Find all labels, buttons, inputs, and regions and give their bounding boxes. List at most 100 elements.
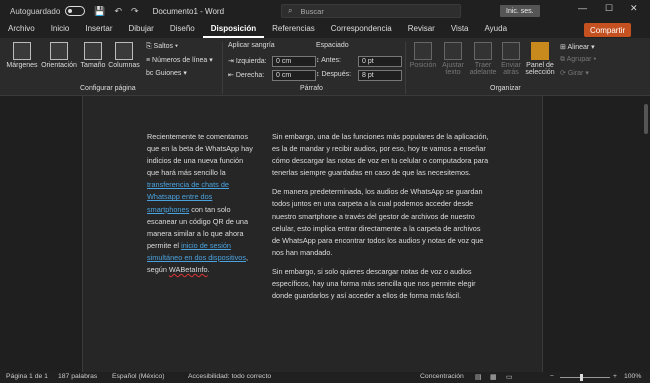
spacing-after-input[interactable]: 8 pt: [358, 70, 402, 81]
search-box[interactable]: ⌕ Buscar: [281, 4, 461, 18]
position-button[interactable]: Posición: [408, 42, 438, 69]
document-column-left[interactable]: Recientemente te comentamos que en la be…: [147, 131, 255, 276]
margins-button[interactable]: Márgenes: [6, 42, 38, 69]
selection-pane-button[interactable]: Panel de selección: [524, 42, 556, 76]
tab-referencias[interactable]: Referencias: [264, 22, 323, 38]
word-count[interactable]: 187 palabras: [58, 373, 97, 380]
breaks-label: Saltos: [153, 43, 174, 50]
selection-pane-icon: [531, 42, 549, 60]
vertical-scrollbar[interactable]: [642, 96, 650, 372]
tab-diseno[interactable]: Diseño: [162, 22, 203, 38]
send-backward-button[interactable]: Enviar atrás: [498, 42, 524, 76]
autosave-toggle[interactable]: [65, 6, 86, 16]
zoom-slider[interactable]: [560, 377, 610, 378]
document-title: Documento1 - Word: [152, 6, 225, 16]
minimize-icon[interactable]: —: [578, 3, 587, 13]
orientation-label: Orientación: [41, 62, 77, 69]
scrollbar-thumb[interactable]: [644, 104, 648, 134]
undo-icon[interactable]: ↶: [114, 6, 122, 17]
tab-vista[interactable]: Vista: [443, 22, 477, 38]
line-numbers-label: Números de línea: [152, 57, 208, 64]
paragraph-1: Sin embargo, una de las funciones más po…: [272, 132, 489, 178]
selection-pane-label: Panel de selección: [525, 62, 555, 76]
group-button[interactable]: ⧉ Agrupar ▾: [560, 56, 596, 64]
size-button[interactable]: Tamaño: [79, 42, 107, 69]
send-backward-icon: [502, 42, 520, 60]
size-label: Tamaño: [80, 62, 106, 69]
hyphenation-button[interactable]: bc Guiones ▾: [146, 69, 187, 77]
redo-icon[interactable]: ↷: [131, 6, 139, 17]
indent-left-label: ⇥ Izquierda:: [228, 58, 267, 65]
zoom-out-icon[interactable]: −: [550, 373, 554, 380]
position-label: Posición: [409, 62, 437, 69]
spacing-after-label: ↕ Después:: [316, 71, 352, 78]
margins-label: Márgenes: [6, 62, 38, 69]
search-icon: ⌕: [288, 6, 293, 15]
spacing-before-label: ↕ Antes:: [316, 57, 341, 64]
tab-dibujar[interactable]: Dibujar: [121, 22, 162, 38]
share-button[interactable]: Compartir: [584, 23, 632, 37]
web-layout-icon[interactable]: ▭: [506, 373, 512, 381]
signin-button[interactable]: Inic. ses.: [500, 5, 540, 17]
tab-correspondencia[interactable]: Correspondencia: [323, 22, 400, 38]
hyphenation-icon: bc: [146, 70, 156, 77]
size-icon: [84, 42, 102, 60]
tab-ayuda[interactable]: Ayuda: [476, 22, 515, 38]
tab-revisar[interactable]: Revisar: [400, 22, 443, 38]
paragraph-2: De manera predeterminada, los audios de …: [272, 187, 484, 257]
page-count[interactable]: Página 1 de 1: [6, 373, 48, 380]
accessibility-status[interactable]: Accesibilidad: todo correcto: [188, 373, 271, 380]
breaks-button[interactable]: ⎘ Saltos ▾: [146, 43, 178, 51]
bring-forward-button[interactable]: Traer adelante: [468, 42, 498, 76]
autosave-label: Autoguardado: [10, 6, 61, 16]
focus-mode[interactable]: Concentración: [420, 373, 464, 380]
paragraph-3: Sin embargo, si solo quieres descargar n…: [272, 266, 476, 301]
orientation-icon: [50, 42, 68, 60]
zoom-in-icon[interactable]: +: [613, 373, 617, 380]
tab-inicio[interactable]: Inicio: [43, 22, 78, 38]
read-mode-icon[interactable]: ▤: [475, 373, 481, 381]
breaks-icon: ⎘: [146, 43, 154, 50]
wrap-text-label: Ajustar texto: [442, 62, 464, 76]
columns-button[interactable]: Columnas: [108, 42, 140, 69]
bring-forward-icon: [474, 42, 492, 60]
zoom-slider-knob[interactable]: [580, 374, 583, 381]
close-icon[interactable]: ✕: [630, 3, 638, 14]
margins-icon: [13, 42, 31, 60]
bring-forward-label: Traer adelante: [469, 62, 497, 76]
maximize-icon[interactable]: ☐: [605, 3, 613, 14]
columns-icon: [115, 42, 133, 60]
body-text-spellcheck: WABetaInfo: [168, 265, 208, 275]
hyphenation-label: Guiones: [155, 70, 182, 77]
search-placeholder: Buscar: [300, 6, 324, 16]
zoom-level[interactable]: 100%: [624, 373, 641, 380]
group-separator: [222, 42, 223, 94]
tab-insertar[interactable]: Insertar: [77, 22, 120, 38]
status-bar: Página 1 de 1 187 palabras Español (Méxi…: [0, 372, 650, 383]
save-icon[interactable]: 💾: [94, 6, 105, 17]
group-label-arrange: Organizar: [490, 85, 521, 92]
position-icon: [414, 42, 432, 60]
spacing-before-input[interactable]: 0 pt: [358, 56, 402, 67]
indent-right-input[interactable]: 0 cm: [272, 70, 316, 81]
body-text: .: [207, 265, 210, 275]
indent-left-input[interactable]: 0 cm: [272, 56, 316, 67]
wrap-text-icon: [444, 42, 462, 60]
group-label-paragraph: Párrafo: [300, 85, 323, 92]
document-column-right[interactable]: Sin embargo, una de las funciones más po…: [272, 131, 490, 309]
tab-archivo[interactable]: Archivo: [0, 22, 43, 38]
group-label-page: Configurar página: [80, 85, 136, 92]
indent-right-label: ⇤ Derecha:: [228, 72, 265, 79]
rotate-button[interactable]: ⟳ Girar ▾: [560, 69, 589, 77]
wrap-text-button[interactable]: Ajustar texto: [438, 42, 468, 76]
tab-disposicion[interactable]: Disposición: [202, 22, 265, 38]
share-label: Compartir: [590, 25, 626, 35]
body-text: Recientemente te comentamos que en la be…: [147, 132, 253, 178]
align-button[interactable]: ⊞ Alinear ▾: [560, 43, 595, 51]
ribbon: Márgenes Orientación Tamaño Columnas ⎘ S…: [0, 38, 650, 96]
language[interactable]: Español (México): [112, 373, 165, 380]
print-layout-icon[interactable]: ▦: [490, 373, 496, 381]
line-numbers-button[interactable]: ≡ Números de línea ▾: [146, 56, 213, 64]
orientation-button[interactable]: Orientación: [40, 42, 78, 69]
ribbon-tabs: Archivo Inicio Insertar Dibujar Diseño D…: [0, 22, 650, 38]
